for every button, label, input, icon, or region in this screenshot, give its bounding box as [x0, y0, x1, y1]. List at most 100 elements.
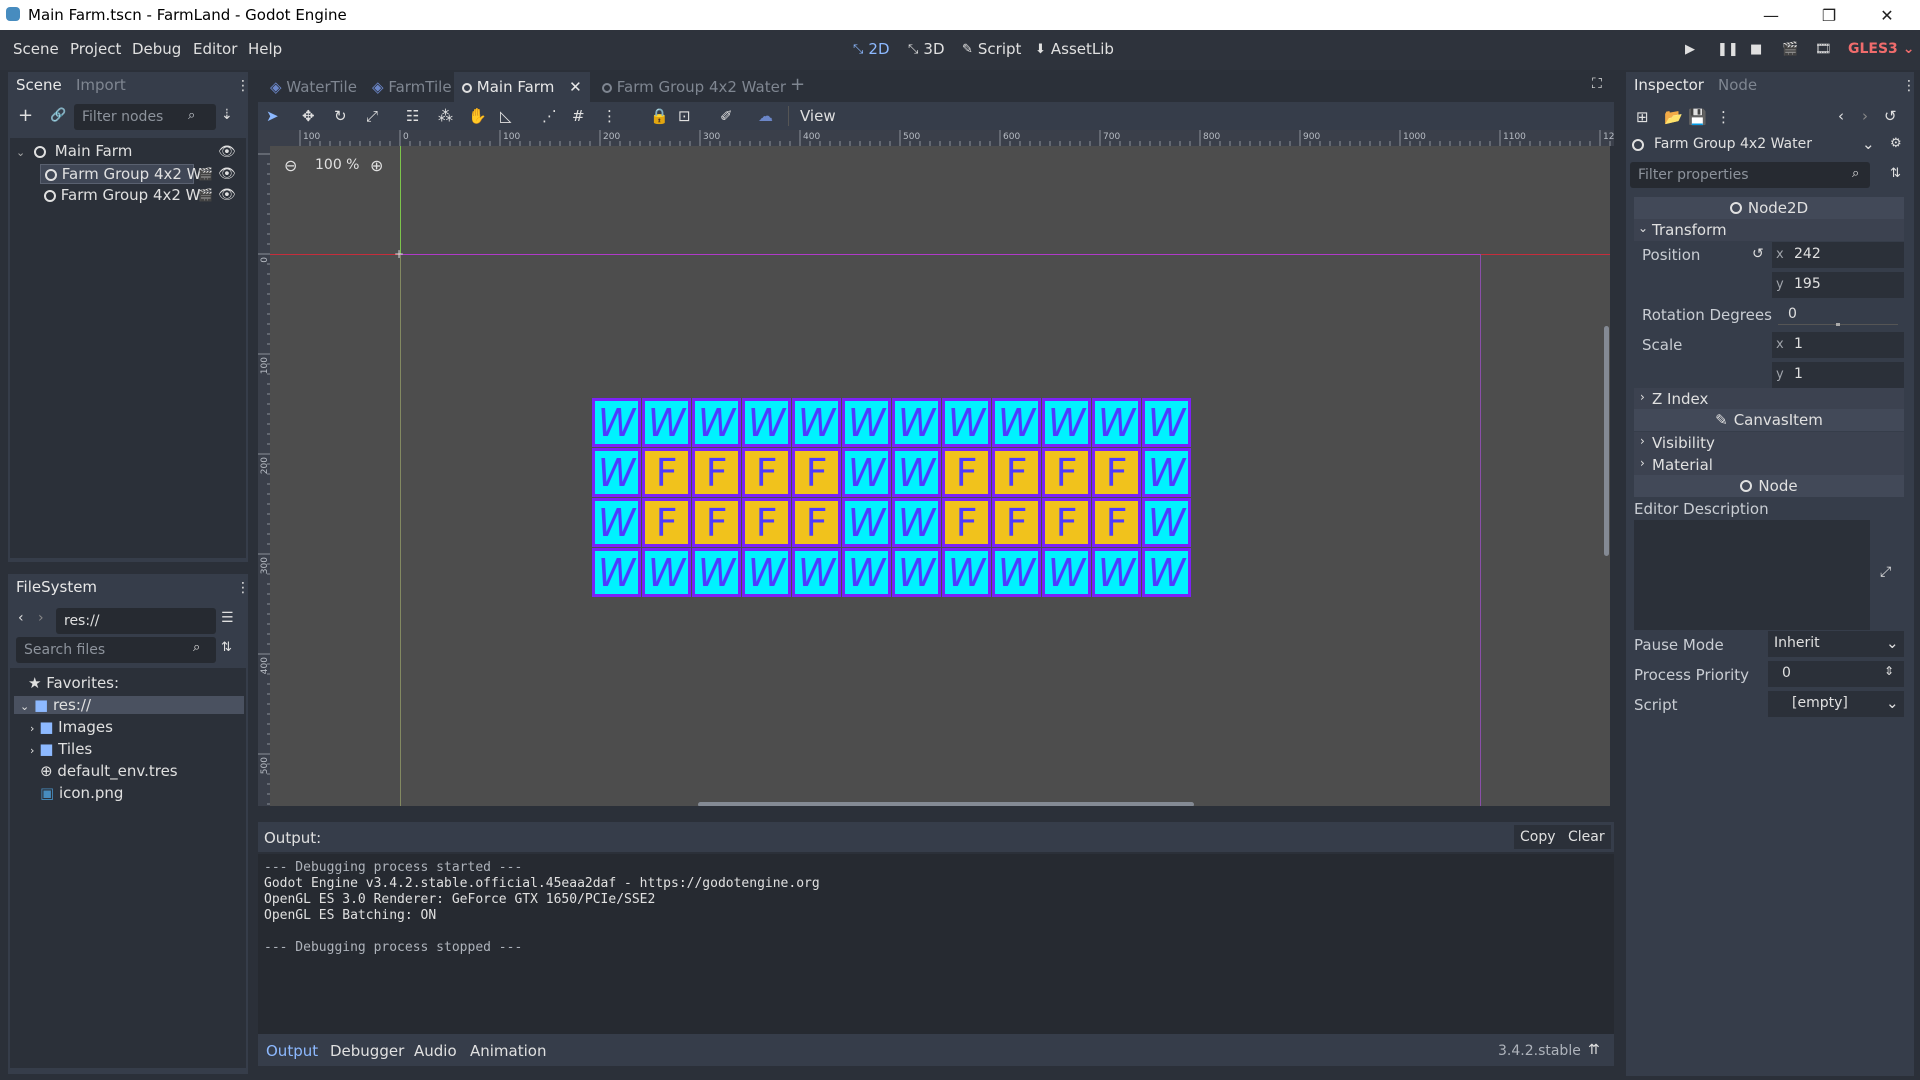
list-view-icon[interactable]: ☰ [221, 610, 234, 626]
res-root-item[interactable]: ⌄ ■ res:// [14, 696, 244, 714]
filter-properties-input[interactable]: Filter properties [1630, 162, 1870, 188]
process-priority-spinbox[interactable]: 0 ⇕ [1768, 661, 1904, 687]
kebab-menu-icon[interactable]: ⋮ [236, 580, 250, 596]
group-icon[interactable]: ⊡ [678, 107, 691, 125]
camera-override-icon[interactable]: ☁ [758, 107, 773, 125]
tab-inspector[interactable]: Inspector [1626, 72, 1712, 98]
water-tile[interactable]: W [742, 548, 791, 597]
water-tile[interactable]: W [592, 398, 641, 447]
more-icon[interactable]: ⋮ [602, 107, 617, 125]
water-tile[interactable]: W [842, 548, 891, 597]
copy-button[interactable]: Copy [1514, 825, 1562, 849]
position-y-field[interactable]: y 195 [1772, 272, 1904, 298]
farm-tile[interactable]: F [792, 498, 841, 547]
vertical-scrollbar[interactable] [1604, 326, 1609, 556]
tab-debugger[interactable]: Debugger [330, 1042, 404, 1060]
water-tile[interactable]: W [592, 548, 641, 597]
water-tile[interactable]: W [892, 548, 941, 597]
visibility-eye-icon[interactable]: 👁 [218, 187, 236, 203]
images-folder-item[interactable]: › ■ Images [30, 718, 113, 736]
minimize-button[interactable]: — [1742, 0, 1800, 30]
select-tool-icon[interactable]: ➤ [266, 107, 279, 125]
menu-debug[interactable]: Debug [132, 40, 181, 58]
farm-tile[interactable]: F [642, 498, 691, 547]
icon-png-item[interactable]: ▣ icon.png [40, 784, 123, 802]
add-tab-icon[interactable]: + [790, 74, 805, 95]
farm-tile[interactable]: F [792, 448, 841, 497]
bone-icon[interactable]: ✐ [720, 107, 733, 125]
visibility-eye-icon[interactable]: 👁 [218, 144, 236, 160]
farm-tile[interactable]: F [742, 498, 791, 547]
scale-tool-icon[interactable]: ⤢ [366, 107, 378, 125]
transform-group[interactable]: ⌄ Transform [1634, 219, 1904, 241]
water-tile[interactable]: W [592, 448, 641, 497]
tab-audio[interactable]: Audio [414, 1042, 457, 1060]
smart-snap-icon[interactable]: ⋰ [542, 107, 557, 125]
water-tile[interactable]: W [1042, 548, 1091, 597]
workspace-3d-button[interactable]: ⤡ 3D [908, 40, 945, 58]
menu-scene[interactable]: Scene [13, 40, 59, 58]
canvas-viewport[interactable]: + ⊖ 100 % ⊕ WWWWWWWWWWWWWFFFFWWFFFFWWFFF… [270, 146, 1610, 806]
farm-tile[interactable]: F [942, 498, 991, 547]
tree-item-farm-group-1[interactable]: Farm Group 4x2 W [40, 164, 202, 184]
water-tile[interactable]: W [1142, 548, 1191, 597]
rotate-tool-icon[interactable]: ↻ [334, 107, 347, 125]
lock-icon[interactable]: 🔒 [650, 107, 669, 125]
water-tile[interactable]: W [1142, 398, 1191, 447]
tab-watertile[interactable]: ◈ WaterTile [262, 74, 365, 100]
tab-node[interactable]: Node [1710, 72, 1765, 98]
more-icon[interactable]: ⋮ [1716, 108, 1731, 126]
tab-scene[interactable]: Scene [8, 72, 70, 98]
water-tile[interactable]: W [792, 548, 841, 597]
instance-scene-icon[interactable]: ⇣ [221, 107, 233, 123]
clear-button[interactable]: Clear [1562, 825, 1611, 849]
load-resource-icon[interactable]: 📂 [1664, 108, 1683, 126]
tab-main-farm[interactable]: Main Farm ✕ [454, 72, 590, 102]
water-tile[interactable]: W [842, 398, 891, 447]
expand-icon[interactable]: ⤢ [1880, 564, 1891, 580]
farm-tile[interactable]: F [1092, 498, 1141, 547]
position-x-field[interactable]: x 242 [1772, 242, 1904, 268]
farm-tile[interactable]: F [742, 448, 791, 497]
favorites-item[interactable]: ★ Favorites: [28, 674, 119, 692]
pan-tool-icon[interactable]: ✋ [468, 107, 487, 125]
play-icon[interactable]: ▶ [1685, 42, 1701, 58]
farm-tile[interactable]: F [692, 448, 741, 497]
z-index-group[interactable]: › Z Index [1634, 388, 1904, 410]
farm-tile[interactable]: F [992, 498, 1041, 547]
visibility-eye-icon[interactable]: 👁 [218, 166, 236, 182]
search-files-input[interactable]: Search files [16, 637, 216, 663]
farm-tile[interactable]: F [1092, 448, 1141, 497]
forward-arrow-icon[interactable]: › [38, 610, 44, 626]
close-window-button[interactable]: ✕ [1858, 0, 1916, 30]
object-tools-icon[interactable]: ⚙ [1890, 136, 1902, 151]
revert-icon[interactable]: ↺ [1752, 246, 1764, 262]
ruler-tool-icon[interactable]: ◺ [500, 107, 512, 125]
water-tile[interactable]: W [992, 548, 1041, 597]
water-tile[interactable]: W [642, 398, 691, 447]
zoom-level[interactable]: 100 % [315, 157, 359, 173]
expand-panel-icon[interactable]: ⇈ [1588, 1042, 1600, 1058]
water-tile[interactable]: W [592, 498, 641, 547]
water-tile[interactable]: W [1092, 398, 1141, 447]
history-back-icon[interactable]: ‹ [1838, 107, 1844, 125]
script-field[interactable]: [empty] ⌄ [1768, 691, 1904, 717]
menu-help[interactable]: Help [248, 40, 282, 58]
water-tile[interactable]: W [792, 398, 841, 447]
water-tile[interactable]: W [692, 398, 741, 447]
stop-icon[interactable]: ■ [1750, 42, 1766, 58]
editor-description-field[interactable] [1634, 520, 1870, 630]
maximize-button[interactable]: ❐ [1800, 0, 1858, 30]
water-tile[interactable]: W [842, 498, 891, 547]
workspace-script-button[interactable]: ✎ Script [962, 40, 1021, 58]
default-env-item[interactable]: ⊕ default_env.tres [40, 762, 178, 780]
farm-tile[interactable]: F [942, 448, 991, 497]
water-tile[interactable]: W [642, 548, 691, 597]
pause-icon[interactable]: ❚❚ [1717, 42, 1739, 58]
menu-project[interactable]: Project [70, 40, 121, 58]
distraction-free-icon[interactable]: ⛶ [1592, 76, 1602, 92]
farm-tile[interactable]: F [992, 448, 1041, 497]
menu-editor[interactable]: Editor [193, 40, 237, 58]
filter-options-icon[interactable]: ⇅ [1890, 166, 1901, 181]
close-tab-icon[interactable]: ✕ [569, 78, 582, 96]
